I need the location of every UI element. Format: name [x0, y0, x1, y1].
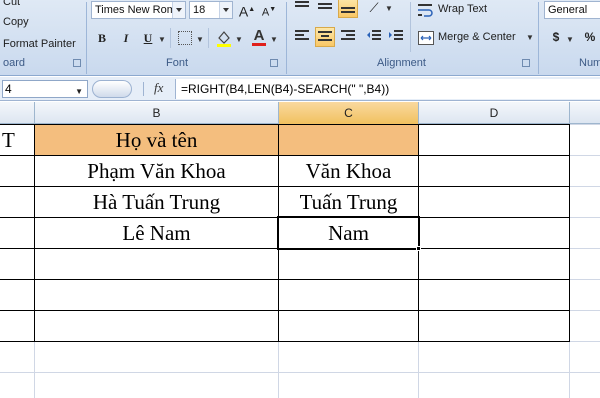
cell-b-row2[interactable]: Phạm Văn Khoa [35, 156, 278, 186]
formula-input[interactable]: =RIGHT(B4,LEN(B4)-SEARCH(" ",B4)) [175, 79, 600, 99]
shrink-font-button[interactable]: A▼ [259, 0, 279, 20]
align-bottom-icon [341, 7, 355, 13]
font-group-label: Font [166, 57, 189, 69]
chevron-down-icon[interactable]: ▼ [235, 35, 243, 44]
column-header-a[interactable] [0, 102, 35, 124]
align-bottom-button[interactable] [338, 0, 358, 18]
cell-b-header[interactable]: Họ và tên [35, 125, 278, 155]
worksheet-grid[interactable]: T Họ và tên Phạm Văn Khoa Văn Khoa Hà Tu… [0, 124, 600, 398]
grow-font-icon: A [238, 3, 249, 20]
clipboard-group-label: oard [3, 57, 26, 69]
cell-b-row4[interactable]: Lê Nam [35, 218, 278, 248]
cell-a-header[interactable]: T [2, 125, 34, 155]
fill-color-button[interactable] [216, 29, 232, 47]
merge-center-label: Merge & Center [438, 31, 516, 43]
borders-icon[interactable] [178, 31, 192, 45]
align-left-icon [295, 30, 309, 40]
font-name-value: Times New Rom [95, 4, 176, 16]
fill-handle[interactable] [416, 246, 421, 251]
align-center-button[interactable] [315, 27, 335, 47]
cell-c-row2[interactable]: Văn Khoa [279, 156, 418, 186]
cell-c-row3[interactable]: Tuấn Trung [279, 187, 418, 217]
align-middle-button[interactable] [315, 0, 335, 18]
text-orientation-icon: ⟋ [369, 0, 379, 15]
toolbar-divider [208, 28, 209, 48]
toolbar-divider [170, 28, 171, 48]
chevron-down-icon[interactable]: ▼ [385, 4, 393, 13]
alignment-group-label: Alignment [377, 57, 426, 69]
merge-center-button[interactable]: Merge & Center ▼ [416, 29, 536, 47]
font-size-combo[interactable]: 18 [189, 1, 233, 19]
column-header-b[interactable]: B [35, 102, 279, 124]
formula-bar-divider [143, 82, 144, 96]
ribbon: Cut Copy Format Painter oard Times New R… [0, 0, 600, 76]
group-separator [286, 2, 287, 74]
chevron-down-icon[interactable]: ▼ [75, 84, 83, 100]
underline-button[interactable]: U [138, 28, 158, 48]
column-header-bar: B C D [0, 102, 600, 124]
formula-bar-resize-handle[interactable] [92, 80, 132, 98]
chevron-down-icon[interactable] [219, 2, 232, 18]
cell-c-header[interactable] [279, 125, 418, 155]
increase-indent-button[interactable] [386, 27, 406, 47]
paint-bucket-icon [217, 31, 231, 47]
column-header-e[interactable] [570, 102, 600, 124]
column-header-d[interactable]: D [419, 102, 570, 124]
decrease-indent-icon [367, 30, 381, 40]
number-group-label: Num [579, 57, 600, 69]
number-format-combo[interactable]: General [544, 1, 600, 19]
chevron-down-icon[interactable]: ▼ [196, 35, 204, 44]
name-box-value: 4 [5, 82, 12, 96]
toolbar-divider [410, 2, 411, 52]
wrap-text-button[interactable]: Wrap Text [416, 1, 526, 19]
font-dialog-launcher-icon[interactable] [270, 59, 278, 67]
font-color-swatch [252, 43, 266, 46]
chevron-down-icon[interactable]: ▼ [566, 35, 574, 44]
cut-button[interactable]: Cut [3, 0, 20, 8]
grow-font-button[interactable]: A▲ [237, 0, 257, 20]
group-separator [86, 2, 87, 74]
merge-center-icon [418, 31, 434, 45]
chevron-down-icon[interactable] [172, 2, 185, 18]
wrap-text-icon [418, 4, 433, 17]
cell-b-row3[interactable]: Hà Tuấn Trung [35, 187, 278, 217]
decrease-indent-button[interactable] [364, 27, 384, 47]
font-color-button[interactable]: A [251, 27, 267, 47]
align-center-icon [318, 31, 332, 41]
wrap-text-label: Wrap Text [438, 3, 488, 15]
active-cell-selection[interactable] [277, 216, 420, 250]
group-separator [538, 2, 539, 74]
number-format-value: General [548, 4, 588, 16]
name-box[interactable]: 4 ▼ [2, 80, 88, 98]
insert-function-button[interactable]: fx [154, 80, 163, 96]
italic-button[interactable]: I [116, 28, 136, 48]
clipboard-dialog-launcher-icon[interactable] [73, 59, 81, 67]
font-size-value: 18 [193, 4, 206, 16]
align-right-icon [341, 30, 355, 40]
font-name-combo[interactable]: Times New Rom [91, 1, 186, 19]
align-right-button[interactable] [338, 27, 358, 47]
align-top-button[interactable] [292, 0, 312, 18]
format-painter-button[interactable]: Format Painter [3, 38, 76, 50]
chevron-down-icon[interactable]: ▼ [526, 33, 534, 42]
alignment-dialog-launcher-icon[interactable] [522, 59, 530, 67]
orientation-button[interactable]: ⟋ [364, 0, 384, 18]
increase-indent-icon [389, 30, 403, 40]
column-header-c[interactable]: C [279, 102, 419, 124]
align-middle-icon [318, 3, 332, 9]
align-left-button[interactable] [292, 27, 312, 47]
align-top-icon [295, 1, 309, 7]
bold-button[interactable]: B [92, 28, 112, 48]
chevron-down-icon[interactable]: ▼ [270, 35, 278, 44]
chevron-down-icon[interactable]: ▼ [158, 35, 166, 44]
percent-button[interactable]: % [580, 27, 600, 47]
font-color-icon: A [253, 27, 265, 44]
copy-button[interactable]: Copy [3, 16, 29, 28]
currency-button[interactable]: $ [546, 27, 566, 47]
